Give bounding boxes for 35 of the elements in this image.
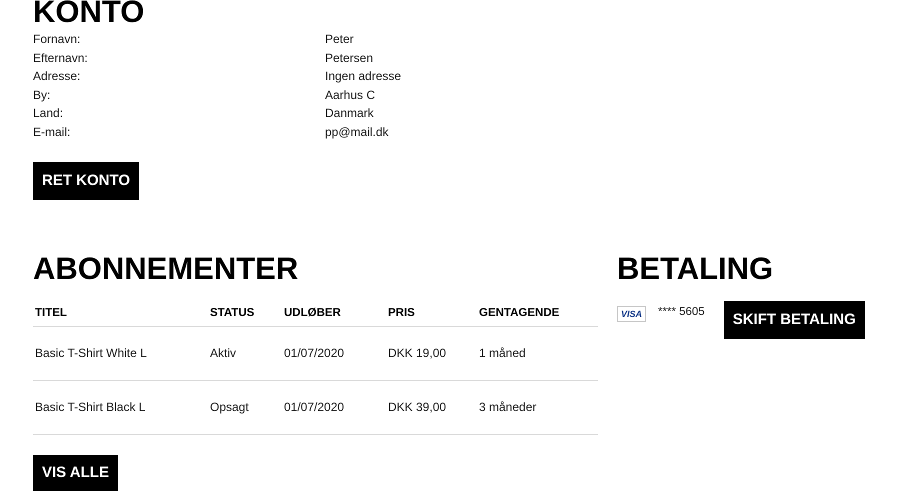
field-value: Ingen adresse	[325, 68, 402, 86]
column-header: TITEL	[33, 300, 208, 327]
edit-account-button[interactable]: RET KONTO	[33, 162, 140, 200]
table-cell: DKK 19,00	[386, 326, 477, 381]
field-label: Efternavn:	[33, 50, 89, 67]
table-cell: Opsagt	[208, 380, 282, 435]
column-header: PRIS	[386, 300, 477, 327]
field-value: Danmark	[325, 105, 375, 122]
change-payment-button[interactable]: SKIFT BETALING	[724, 300, 865, 339]
show-all-button[interactable]: VIS ALLE	[33, 454, 118, 491]
table-cell: Aktiv	[208, 326, 282, 381]
field-label: Land:	[33, 105, 64, 122]
table-cell: Basic T-Shirt White L	[33, 326, 208, 381]
field-label: E-mail:	[33, 124, 72, 141]
field-value: Aarhus C	[325, 86, 376, 104]
table-cell: 3 måneder	[477, 380, 598, 435]
section-heading: ABONNEMENTER	[33, 250, 300, 287]
table-cell: DKK 39,00	[386, 380, 477, 435]
field-label: Fornavn:	[33, 31, 82, 48]
section-heading: KONTO	[33, 0, 146, 28]
field-value: pp@mail.dk	[325, 124, 390, 141]
field-value: Petersen	[325, 50, 374, 67]
table-cell: 01/07/2020	[282, 326, 386, 381]
table-cell: Basic T-Shirt Black L	[33, 380, 208, 435]
column-header: UDLØBER	[282, 300, 386, 327]
field-label: Adresse:	[33, 68, 82, 86]
field-label: By:	[33, 86, 52, 104]
column-header: GENTAGENDE	[477, 300, 598, 327]
table-cell: 01/07/2020	[282, 380, 386, 435]
table-cell: 1 måned	[477, 326, 598, 381]
column-header: STATUS	[208, 300, 282, 327]
field-value: Peter	[325, 31, 355, 48]
section-heading: BETALING	[617, 250, 774, 287]
card-number: **** 5605	[658, 306, 705, 318]
card-brand-badge: VISA	[617, 306, 646, 322]
